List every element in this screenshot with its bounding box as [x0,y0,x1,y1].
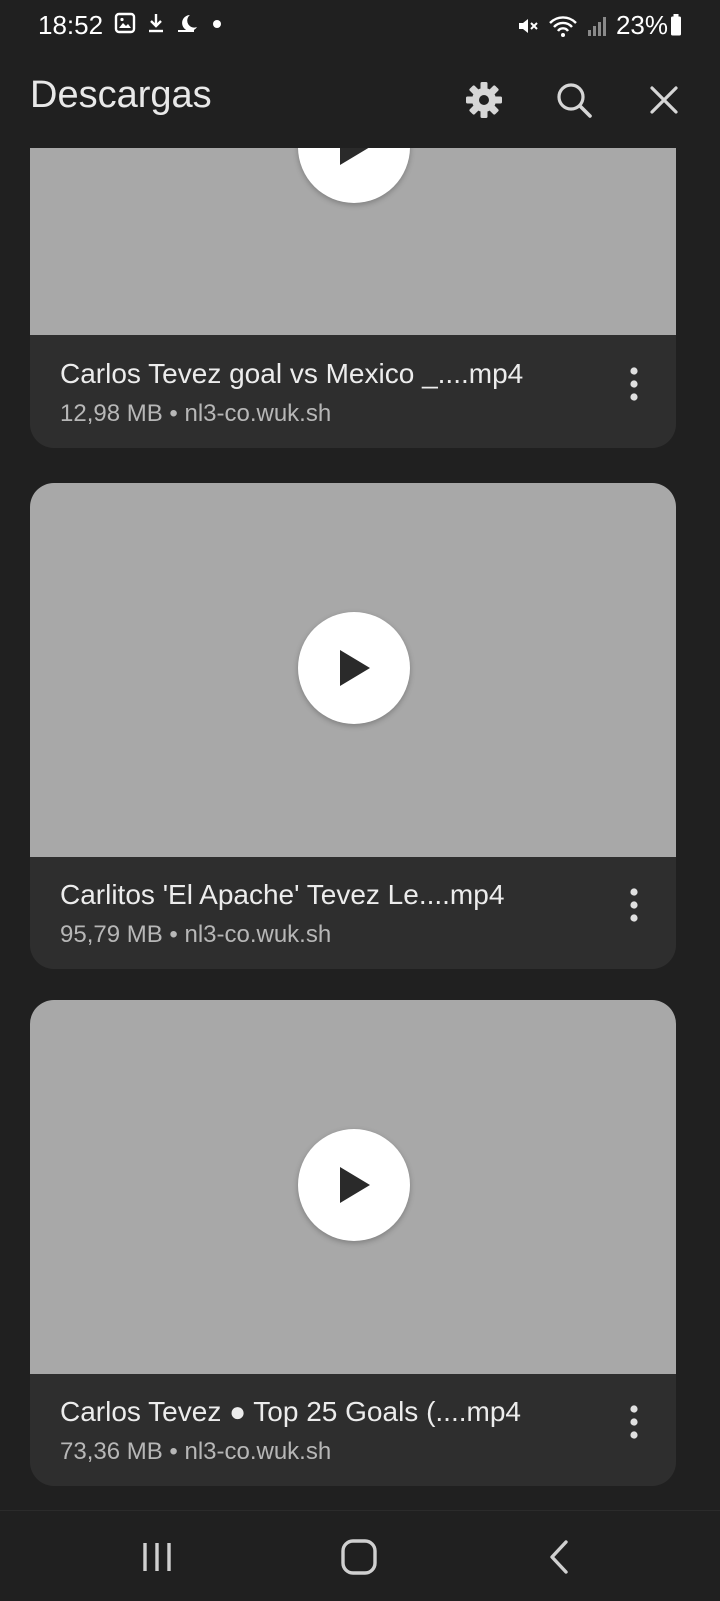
close-button[interactable] [636,72,692,128]
play-button[interactable] [298,148,410,203]
gear-icon [466,82,502,118]
play-icon [340,650,370,686]
recents-icon [143,1543,171,1571]
download-item[interactable]: Carlitos 'El Apache' Tevez Le....mp4 95,… [30,483,676,969]
dot-icon [213,20,221,28]
download-icon [149,14,163,33]
file-name: Carlitos 'El Apache' Tevez Le....mp4 [60,879,505,910]
battery-percent: 23% [615,10,668,40]
download-item[interactable]: Carlos Tevez goal vs Mexico _....mp4 12,… [30,148,676,448]
status-bar: 18:52 23% [0,0,720,52]
file-name: Carlos Tevez ● Top 25 Goals (....mp4 [60,1396,521,1427]
signal-icon [587,16,606,36]
mute-icon [518,18,538,33]
recents-button[interactable] [127,1529,187,1585]
image-icon [114,12,136,34]
video-thumbnail[interactable] [30,148,676,335]
home-button[interactable] [329,1529,389,1585]
play-icon [340,148,369,165]
navigation-bar [0,1510,720,1601]
more-vert-icon [630,888,638,922]
more-options-button[interactable] [614,1392,654,1452]
file-name: Carlos Tevez goal vs Mexico _....mp4 [60,358,524,389]
back-button[interactable] [529,1529,589,1585]
more-options-button[interactable] [614,354,654,414]
file-meta: 95,79 MB • nl3-co.wuk.sh [60,921,332,948]
play-button[interactable] [298,612,410,724]
notification-icons [114,12,224,34]
search-icon [557,83,592,118]
wifi-icon [549,15,577,37]
page-title: Descargas [30,74,212,116]
battery-icon [671,14,681,36]
status-time: 18:52 [38,10,104,40]
video-thumbnail[interactable] [30,483,676,857]
more-options-button[interactable] [614,875,654,935]
play-button[interactable] [298,1129,410,1241]
dnd-moon-icon [178,15,197,32]
downloads-list[interactable]: Carlos Tevez goal vs Mexico _....mp4 12,… [0,148,720,1510]
download-item[interactable]: Carlos Tevez ● Top 25 Goals (....mp4 73,… [30,1000,676,1486]
search-button[interactable] [546,72,602,128]
settings-button[interactable] [456,72,512,128]
back-icon [550,1540,568,1574]
home-icon [341,1539,377,1575]
close-icon [650,86,678,114]
more-vert-icon [630,367,638,401]
play-icon [340,1167,370,1203]
video-thumbnail[interactable] [30,1000,676,1374]
app-bar: Descargas [0,52,720,148]
system-status-icons: 23% [516,10,668,41]
file-meta: 12,98 MB • nl3-co.wuk.sh [60,400,332,427]
file-meta: 73,36 MB • nl3-co.wuk.sh [60,1438,332,1465]
more-vert-icon [630,1405,638,1439]
